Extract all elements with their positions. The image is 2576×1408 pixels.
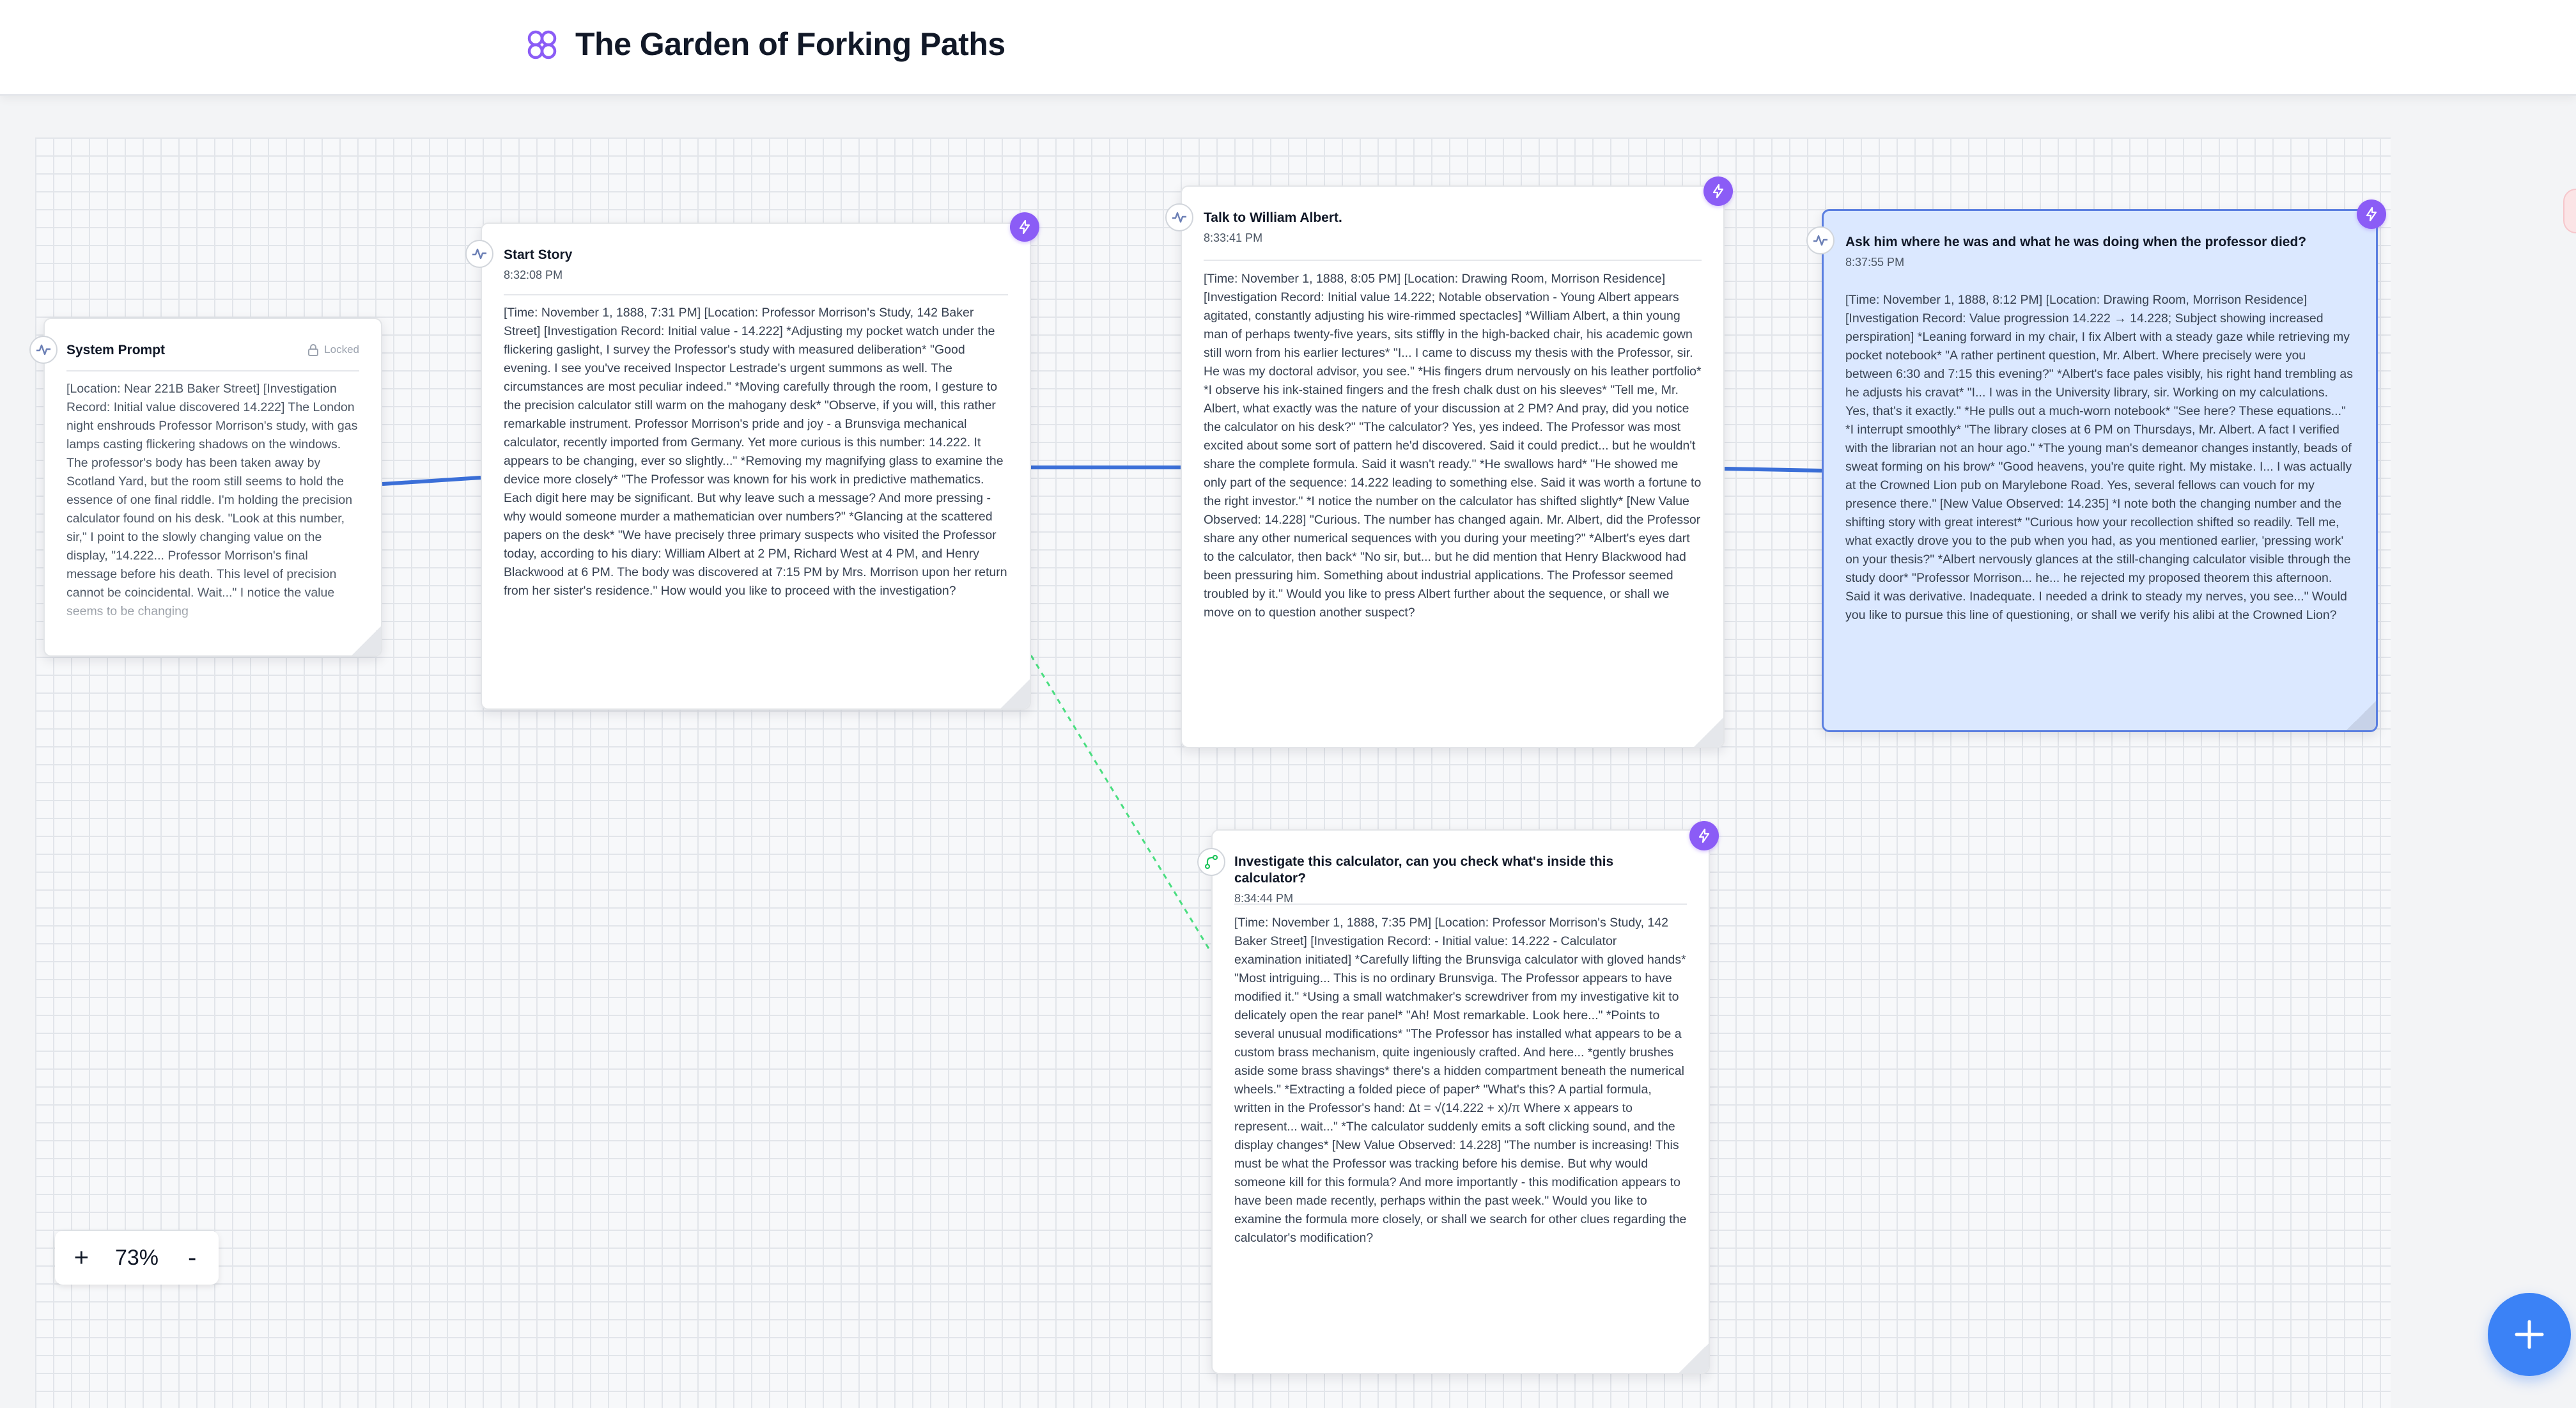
node-timestamp: 8:32:08 PM [504, 269, 563, 281]
app-header: The Garden of Forking Paths [0, 0, 2576, 96]
zoom-in-button[interactable]: + [62, 1244, 100, 1272]
add-node-button[interactable] [2488, 1293, 2571, 1376]
node-divider [1204, 260, 1702, 261]
generate-bolt-icon[interactable] [2357, 199, 2386, 229]
node-header: Ask him where he was and what he was doi… [1845, 234, 2354, 269]
zoom-controls: + 73% - [55, 1231, 219, 1285]
resize-handle[interactable] [1694, 717, 1723, 747]
node-title: Talk to William Albert. [1204, 210, 1342, 225]
node-title: Investigate this calculator, can you che… [1234, 854, 1614, 886]
generate-bolt-icon[interactable] [1010, 212, 1039, 242]
node-ask-whereabouts[interactable]: Ask him where he was and what he was doi… [1822, 209, 2378, 732]
node-body: [Time: November 1, 1888, 8:05 PM] [Locat… [1204, 272, 1702, 620]
resize-handle[interactable] [352, 626, 381, 655]
side-panel-handle[interactable] [2563, 189, 2576, 233]
node-investigate-calculator[interactable]: Investigate this calculator, can you che… [1211, 829, 1710, 1374]
node-body: [Time: November 1, 1888, 7:31 PM] [Locat… [504, 306, 1007, 598]
node-divider [66, 370, 359, 372]
activity-icon [29, 336, 58, 364]
node-divider [504, 294, 1008, 295]
generate-bolt-icon[interactable] [1689, 821, 1719, 850]
node-system-prompt[interactable]: System Prompt Locked [Location: Near 221… [43, 318, 382, 657]
zoom-level: 73% [114, 1245, 159, 1270]
activity-icon [1806, 226, 1835, 254]
node-header: Start Story 8:32:08 PM [504, 247, 1008, 282]
node-talk-albert[interactable]: Talk to William Albert. 8:33:41 PM [Time… [1181, 185, 1725, 748]
node-title: Ask him where he was and what he was doi… [1845, 235, 2307, 249]
node-header: Talk to William Albert. 8:33:41 PM [1204, 210, 1702, 245]
node-timestamp: 8:37:55 PM [1845, 256, 1905, 269]
lock-icon [308, 344, 319, 356]
node-body: [Time: November 1, 1888, 7:35 PM] [Locat… [1234, 916, 1687, 1245]
node-timestamp: 8:33:41 PM [1204, 231, 1263, 244]
node-header: Investigate this calculator, can you che… [1234, 854, 1687, 905]
activity-icon [465, 240, 493, 268]
zoom-out-button[interactable]: - [173, 1244, 212, 1272]
node-start-story[interactable]: Start Story 8:32:08 PM [Time: November 1… [481, 223, 1031, 710]
activity-icon [1165, 203, 1193, 231]
canvas-side-area [2391, 137, 2576, 1408]
resize-handle[interactable] [1679, 1343, 1709, 1373]
node-divider [1234, 903, 1687, 905]
locked-badge: Locked [307, 343, 359, 356]
plus-icon [2515, 1320, 2544, 1349]
text-fade [45, 591, 381, 636]
node-title: Start Story [504, 247, 573, 262]
branch-icon [1197, 848, 1225, 876]
app-title: The Garden of Forking Paths [575, 26, 1005, 62]
resize-handle[interactable] [2347, 701, 2376, 730]
generate-bolt-icon[interactable] [1703, 176, 1733, 206]
flower-logo-icon [527, 30, 557, 59]
locked-label: Locked [324, 343, 359, 356]
node-body: [Time: November 1, 1888, 8:12 PM] [Locat… [1845, 293, 2354, 622]
resize-handle[interactable] [1000, 679, 1030, 708]
